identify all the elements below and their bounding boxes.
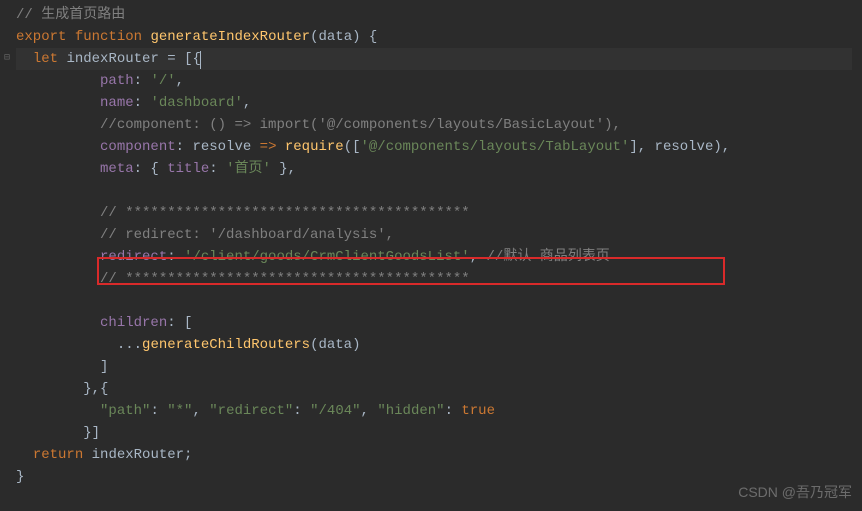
code-line: // *************************************… — [16, 268, 862, 290]
code-line-current: let indexRouter = [{ — [16, 48, 862, 70]
code-line: children: [ — [16, 312, 862, 334]
code-line: return indexRouter; — [16, 444, 862, 466]
code-line: component: resolve => require(['@/compon… — [16, 136, 862, 158]
code-line: //component: () => import('@/components/… — [16, 114, 862, 136]
code-line: // redirect: '/dashboard/analysis', — [16, 224, 862, 246]
code-line: name: 'dashboard', — [16, 92, 862, 114]
code-line: "path": "*", "redirect": "/404", "hidden… — [16, 400, 862, 422]
code-line: path: '/', — [16, 70, 862, 92]
code-line: // *************************************… — [16, 202, 862, 224]
code-line: ] — [16, 356, 862, 378]
fold-gutter: ⊟ — [0, 0, 14, 511]
code-line: // 生成首页路由 — [16, 4, 862, 26]
code-line: },{ — [16, 378, 862, 400]
code-line: meta: { title: '首页' }, — [16, 158, 862, 180]
code-line: }] — [16, 422, 862, 444]
text-caret — [200, 51, 201, 69]
code-line: ...generateChildRouters(data) — [16, 334, 862, 356]
code-line: redirect: '/client/goods/CrmClientGoodsL… — [16, 246, 862, 268]
code-editor[interactable]: ⊟ // 生成首页路由 export function generateInde… — [0, 0, 862, 511]
code-line: } — [16, 466, 862, 488]
fold-collapse-icon[interactable]: ⊟ — [2, 48, 12, 58]
code-line — [16, 290, 862, 312]
code-area[interactable]: // 生成首页路由 export function generateIndexR… — [14, 0, 862, 511]
code-line — [16, 180, 862, 202]
code-line: export function generateIndexRouter(data… — [16, 26, 862, 48]
vertical-scrollbar[interactable] — [852, 0, 862, 511]
